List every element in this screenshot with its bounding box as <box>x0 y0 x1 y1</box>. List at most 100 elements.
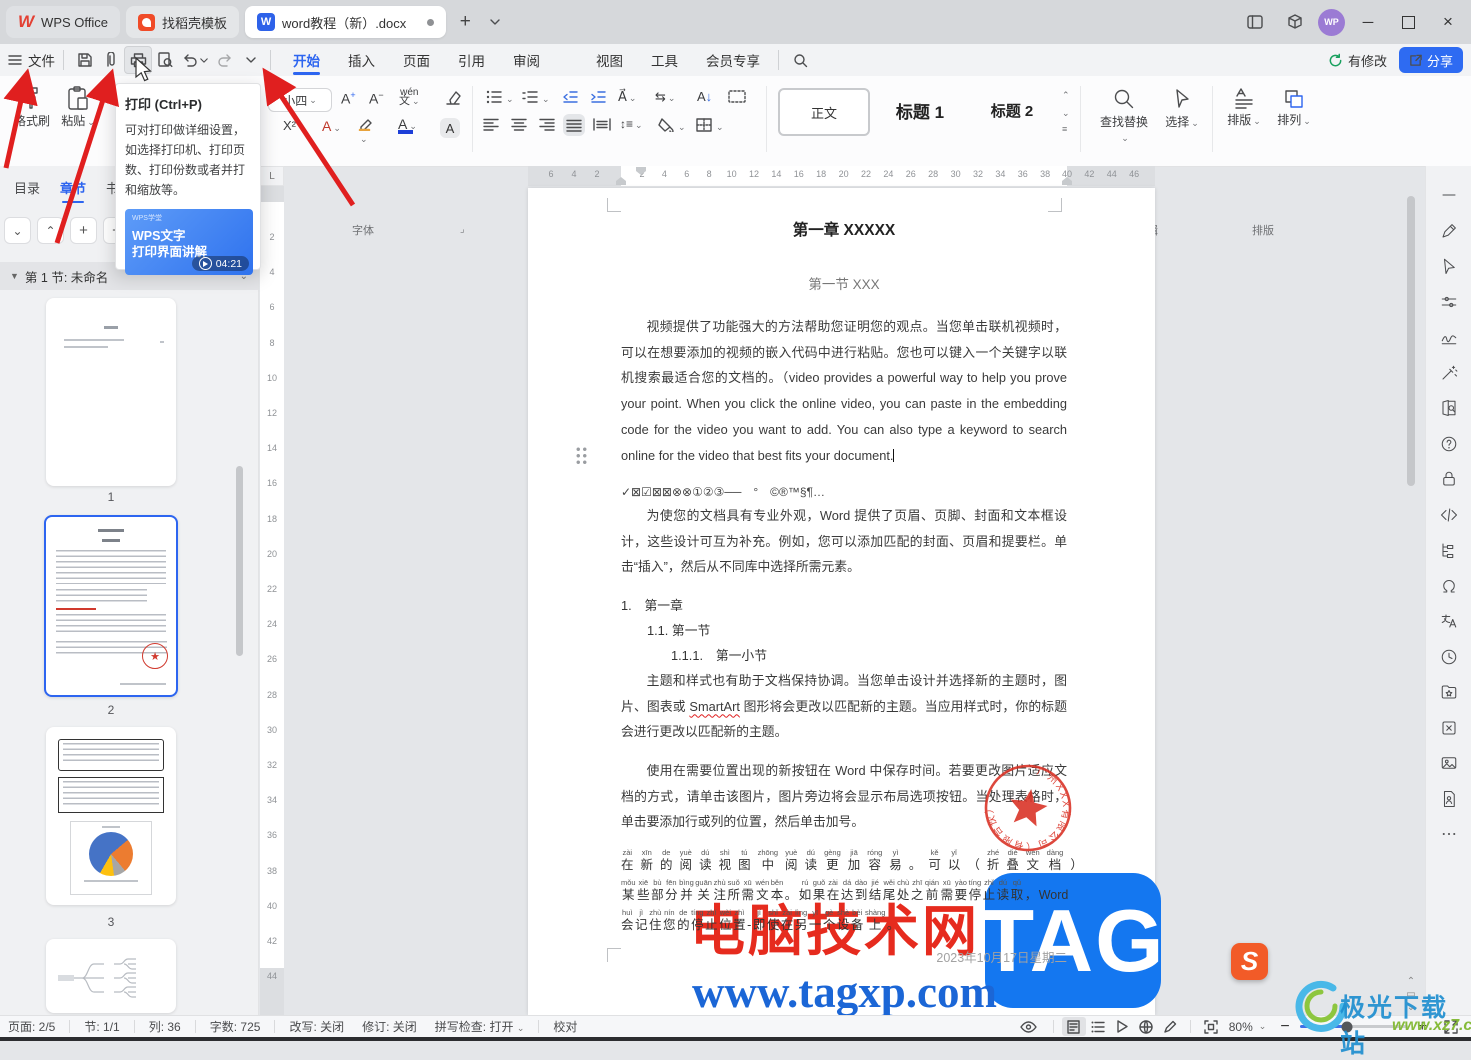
help-icon[interactable] <box>1440 435 1458 453</box>
vertical-ruler[interactable]: 2 4 6 8 10 12 14 16 18 20 22 24 26 28 30 32 34 36 38 40 42 44 <box>260 186 284 1015</box>
distribute-icon[interactable] <box>593 118 611 131</box>
page-thumbnail-3[interactable] <box>46 727 176 905</box>
arrange-button[interactable]: 排列 ⌄ <box>1272 88 1316 128</box>
styles-down-chevron[interactable]: ⌄ <box>1062 108 1070 119</box>
styles-up-chevron[interactable]: ⌃ <box>1062 90 1070 101</box>
numbering-chevron[interactable]: ⌄ <box>542 94 550 105</box>
shading-icon[interactable] <box>658 118 674 132</box>
font-dialog-launcher[interactable]: ⌟ <box>460 224 465 235</box>
clear-format-icon[interactable] <box>444 90 462 106</box>
favorite-folder-icon[interactable] <box>1440 683 1458 701</box>
show-marks-icon[interactable] <box>728 90 746 103</box>
collapse-all-button[interactable]: ⌄ <box>4 217 31 244</box>
add-section-button[interactable]: + <box>70 217 97 244</box>
align-center-icon[interactable] <box>511 118 527 131</box>
increase-indent-icon[interactable] <box>590 90 606 104</box>
increase-font-icon[interactable]: A+ <box>341 90 356 107</box>
minimize-button[interactable]: ─ <box>1351 7 1385 37</box>
tab-tools[interactable]: 工具 <box>637 44 692 76</box>
3d-cube-icon[interactable] <box>1278 7 1312 37</box>
search-icon[interactable] <box>787 47 813 73</box>
styles-more-icon[interactable]: ≡ <box>1062 124 1067 134</box>
adjust-sliders-icon[interactable] <box>1440 293 1458 311</box>
tab-view[interactable]: 视图 <box>582 44 637 76</box>
ltr-rtl-icon[interactable]: ⇆ ⌄ <box>655 89 675 105</box>
select-button[interactable]: 选择 ⌄ <box>1160 88 1204 130</box>
fullscreen-icon[interactable] <box>1199 1017 1223 1036</box>
zoom-chevron[interactable]: ⌄ <box>1259 1021 1267 1032</box>
signature-icon[interactable] <box>1440 328 1458 346</box>
page-thumbnail-4[interactable] <box>46 939 176 1013</box>
tab-review[interactable]: 审阅 <box>499 44 554 76</box>
page-nav-buttons[interactable]: ⌃ ▭ ⌄ <box>1403 975 1419 1014</box>
align-right-icon[interactable] <box>539 118 555 131</box>
status-revision[interactable]: 修订: 关闭 <box>362 1018 417 1035</box>
find-replace-button[interactable]: 查找替换⌄ <box>1096 88 1152 144</box>
tab-list-chevron[interactable] <box>484 7 506 37</box>
status-proofread[interactable]: 校对 <box>553 1018 577 1035</box>
modified-status[interactable]: 有修改 <box>1328 51 1387 70</box>
omega-symbol-icon[interactable] <box>1440 577 1458 595</box>
code-icon[interactable] <box>1440 506 1458 524</box>
tab-contents[interactable]: 目录 <box>14 178 40 203</box>
read-mode-icon[interactable] <box>1110 1017 1134 1036</box>
avatar[interactable]: WP <box>1318 8 1345 36</box>
sidebar-toggle-icon[interactable] <box>1238 7 1272 37</box>
typeset-button[interactable]: 排版 ⌄ <box>1222 88 1266 128</box>
document-text[interactable]: 第一章 XXXXX 第一节 XXX 视频提供了功能强大的方法帮助您证明您的观点。… <box>621 218 1083 966</box>
more-ellipsis-icon[interactable] <box>1440 825 1458 843</box>
undo-icon[interactable] <box>178 47 212 73</box>
close-box-icon[interactable] <box>1440 719 1458 737</box>
format-painter-button[interactable]: 格式刷 <box>12 86 52 129</box>
print-preview-icon[interactable] <box>152 47 178 73</box>
justify-icon[interactable] <box>563 114 585 136</box>
lock-icon[interactable] <box>1440 470 1458 488</box>
history-clock-icon[interactable] <box>1440 648 1458 666</box>
paste-button[interactable]: 粘贴 ⌄ <box>58 86 98 129</box>
style-heading1[interactable]: 标题 1 <box>874 88 966 132</box>
resume-doc-icon[interactable] <box>1440 790 1458 808</box>
zoom-level[interactable]: 80% <box>1229 1020 1253 1034</box>
file-menu[interactable]: 文件 <box>22 44 63 76</box>
customize-toolbar-chevron[interactable] <box>238 47 264 73</box>
char-shading-icon[interactable]: A <box>440 118 460 138</box>
sort-icon[interactable]: A↓ <box>697 89 712 104</box>
tab-stop-selector[interactable]: L <box>260 166 284 186</box>
expand-button[interactable]: ⌃ <box>37 217 64 244</box>
sogou-logo-icon[interactable]: S <box>1231 943 1268 980</box>
structure-icon[interactable] <box>1440 541 1458 559</box>
select-cursor-icon[interactable] <box>1440 257 1458 275</box>
tab-view[interactable] <box>554 44 582 76</box>
numbering-icon[interactable] <box>522 90 538 104</box>
status-section[interactable]: 节: 1/1 <box>84 1018 119 1035</box>
highlight-color-icon[interactable]: ⌄ <box>358 118 374 145</box>
web-layout-icon[interactable] <box>1134 1017 1158 1036</box>
text-effects-icon[interactable]: A ⌄ <box>322 118 341 134</box>
status-column[interactable]: 列: 36 <box>149 1018 181 1035</box>
decrease-indent-icon[interactable] <box>562 90 578 104</box>
shading-chevron[interactable]: ⌄ <box>678 122 686 133</box>
collapse-line-icon[interactable] <box>1440 186 1458 204</box>
tab-member[interactable]: 会员专享 <box>692 44 774 76</box>
maximize-button[interactable] <box>1391 7 1425 37</box>
phonetic-guide-icon[interactable]: wén 文 ⌄ <box>399 88 420 107</box>
horizontal-ruler[interactable]: 6422468101214161820222426283032343638404… <box>528 166 1155 186</box>
status-page[interactable]: 页面: 2/5 <box>8 1018 55 1035</box>
text-direction-icon[interactable]: A⃗ ⌄ <box>618 89 636 105</box>
export-pdf-icon[interactable] <box>98 47 124 73</box>
tab-chapters[interactable]: 章节 <box>60 178 86 203</box>
image-icon[interactable] <box>1440 754 1458 772</box>
document-scrollbar[interactable] <box>1407 196 1415 486</box>
edit-pen-icon[interactable] <box>1440 222 1458 240</box>
document-tab[interactable]: W word教程（新）.docx <box>245 6 447 38</box>
tab-home[interactable]: 开始 <box>279 44 334 76</box>
bullets-chevron[interactable]: ⌄ <box>506 94 514 105</box>
close-button[interactable]: × <box>1431 7 1465 37</box>
align-left-icon[interactable] <box>483 118 499 131</box>
line-spacing-icon[interactable]: ↕≡ ⌄ <box>620 117 643 131</box>
superscript-icon[interactable]: X² ⌄ <box>283 118 306 133</box>
font-color-icon[interactable]: A ⌄ <box>398 116 417 134</box>
new-tab-button[interactable]: + <box>452 7 478 37</box>
tab-insert[interactable]: 插入 <box>334 44 389 76</box>
docer-template-tab[interactable]: 找稻壳模板 <box>126 6 240 38</box>
